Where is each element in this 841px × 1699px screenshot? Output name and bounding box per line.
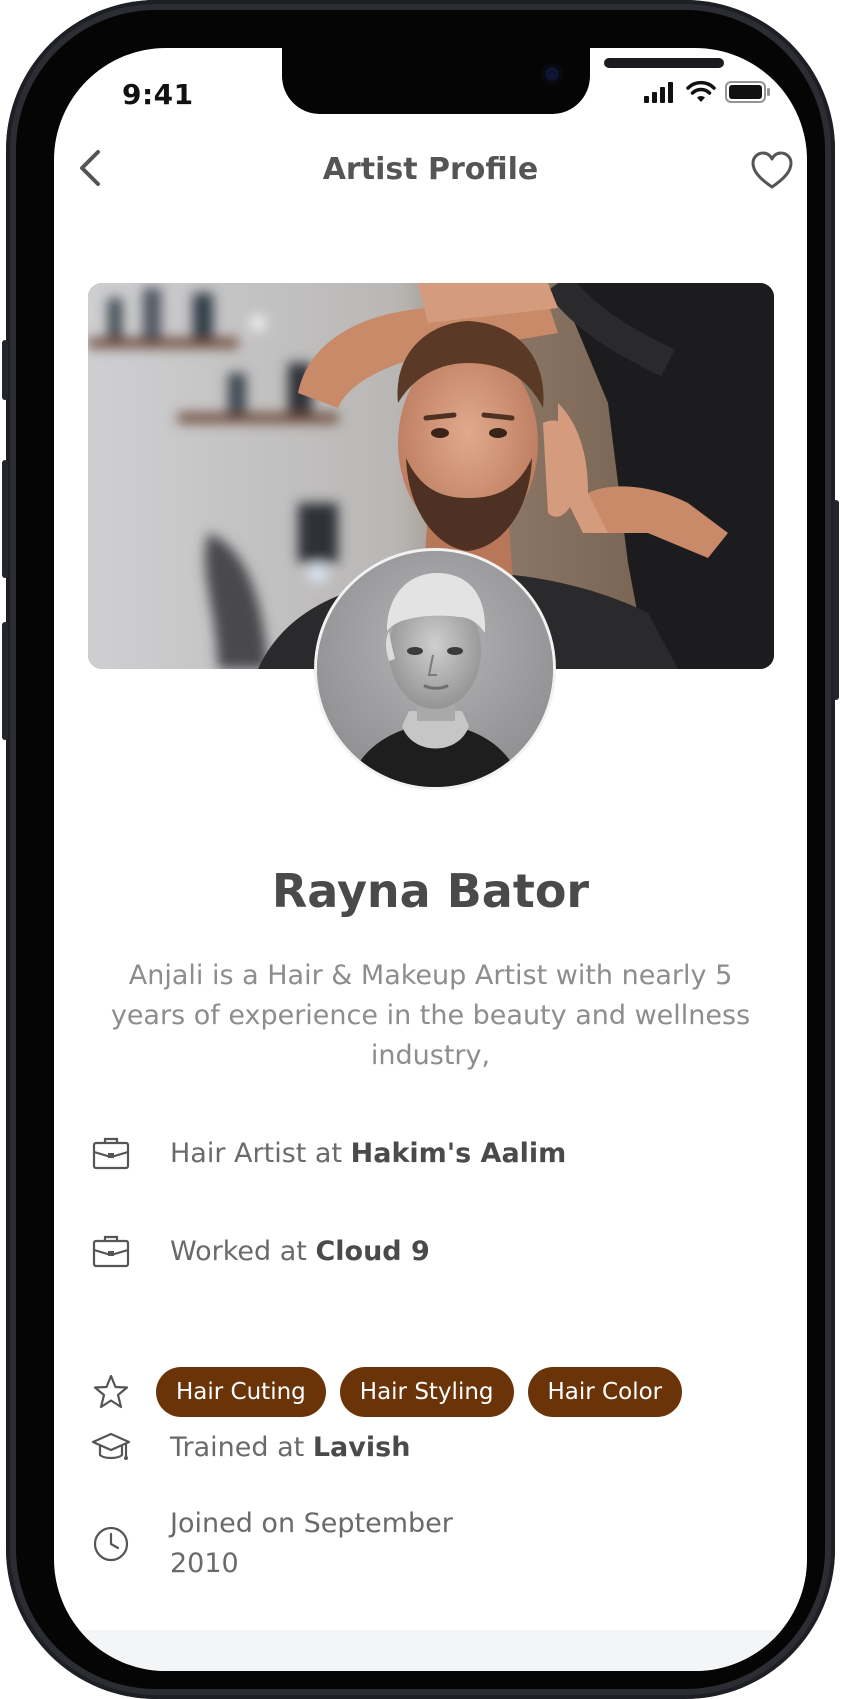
training-place: Lavish [312, 1431, 411, 1463]
joined-text: Joined on September 2010 [170, 1504, 453, 1584]
speaker [604, 58, 724, 68]
status-time: 9:41 [122, 78, 194, 111]
previous-job-row: Worked at Cloud 9 [90, 1230, 771, 1272]
current-job-text: Hair Artist at Hakim's Aalim [170, 1138, 566, 1169]
notch [282, 48, 724, 114]
page-title: Artist Profile [322, 152, 539, 187]
skill-chips: Hair Cuting Hair Styling Hair Color [156, 1367, 696, 1417]
phone-frame: 9:41 Artist Profile Rayna Bator Anjali i… [2, 0, 839, 1699]
previous-job-text: Worked at Cloud 9 [170, 1236, 430, 1267]
mute-switch [2, 340, 8, 400]
skills-row: Hair Cuting Hair Styling Hair Color [90, 1367, 771, 1417]
joined-line-1: Joined on September [170, 1508, 453, 1539]
training-row: Trained at Lavish [90, 1426, 771, 1468]
bottom-section [54, 1630, 807, 1671]
artist-name: Rayna Bator [271, 864, 590, 918]
training-prefix: Trained at [170, 1431, 313, 1463]
volume-down-button [2, 622, 8, 740]
screen: 9:41 Artist Profile Rayna Bator Anjali i… [54, 48, 807, 1671]
heart-icon[interactable] [749, 148, 795, 194]
briefcase-icon [92, 1137, 130, 1170]
signal-icon [644, 82, 673, 103]
battery-icon [725, 81, 770, 103]
current-job-row: Hair Artist at Hakim's Aalim [90, 1132, 771, 1174]
joined-line-2: 2010 [170, 1548, 239, 1579]
star-icon [93, 1374, 129, 1409]
wifi-icon [686, 80, 716, 102]
previous-job-prefix: Worked at [170, 1235, 316, 1267]
clock-icon [93, 1526, 129, 1562]
briefcase-icon [92, 1235, 130, 1268]
training-text: Trained at Lavish [170, 1432, 410, 1463]
skill-chip[interactable]: Hair Styling [339, 1367, 514, 1417]
status-icons [643, 80, 771, 104]
previous-job-place: Cloud 9 [315, 1235, 430, 1267]
skill-chip[interactable]: Hair Cuting [156, 1367, 326, 1417]
power-button [833, 500, 839, 700]
graduation-cap-icon [91, 1432, 131, 1460]
artist-bio: Anjali is a Hair & Makeup Artist with ne… [110, 960, 751, 1071]
avatar[interactable] [314, 548, 556, 790]
joined-row: Joined on September 2010 [90, 1504, 771, 1584]
current-job-prefix: Hair Artist at [170, 1137, 351, 1169]
volume-up-button [2, 460, 8, 578]
current-job-place: Hakim's Aalim [350, 1137, 567, 1169]
phone-bezel: 9:41 Artist Profile Rayna Bator Anjali i… [16, 10, 825, 1689]
front-camera [541, 63, 563, 85]
skill-chip[interactable]: Hair Color [527, 1367, 683, 1417]
